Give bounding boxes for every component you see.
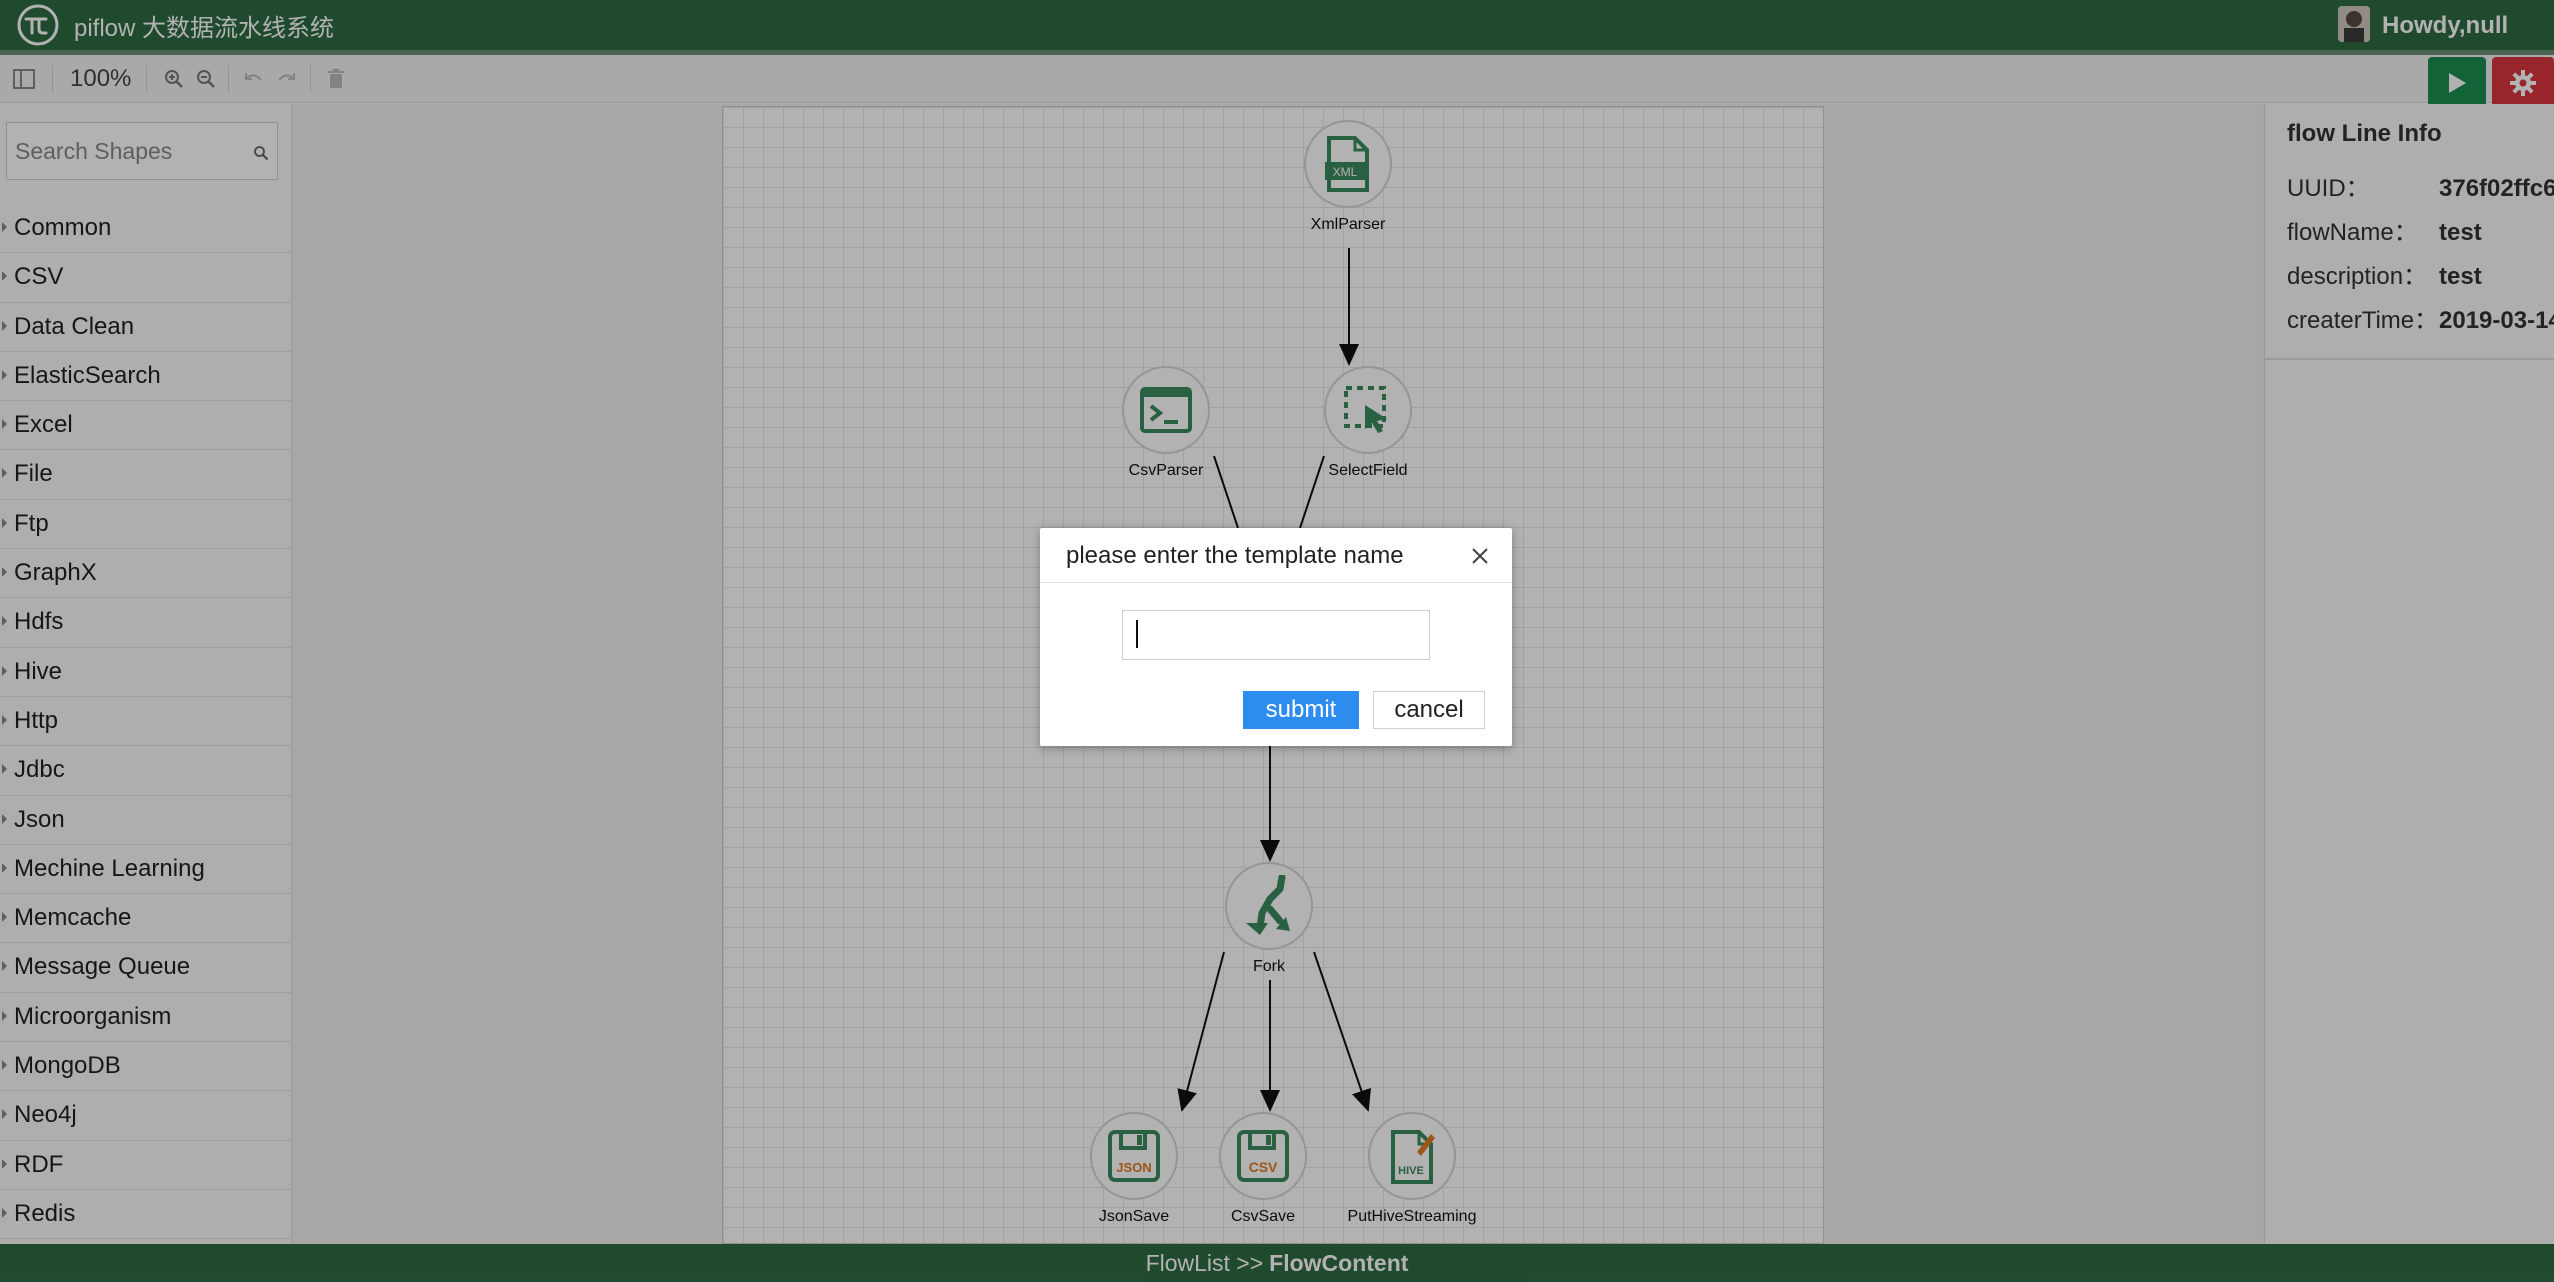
cancel-button[interactable]: cancel: [1373, 691, 1485, 729]
dialog-divider: [1040, 582, 1512, 583]
close-icon[interactable]: [1468, 544, 1492, 568]
submit-button[interactable]: submit: [1243, 691, 1359, 729]
template-name-input[interactable]: [1122, 610, 1430, 660]
template-name-dialog: please enter the template name submit ca…: [1040, 528, 1512, 746]
dialog-title: please enter the template name: [1066, 542, 1404, 569]
